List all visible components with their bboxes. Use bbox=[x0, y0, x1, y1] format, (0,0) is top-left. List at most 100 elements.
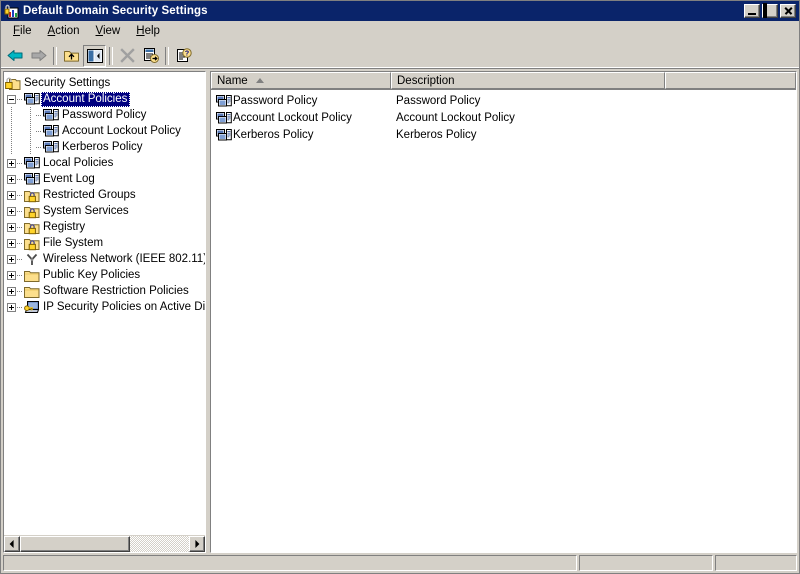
tree-node-label: Account Lockout Policy bbox=[62, 124, 181, 137]
window-title: Default Domain Security Settings bbox=[23, 5, 208, 17]
status-pane-message bbox=[3, 555, 577, 571]
tree-node[interactable]: Security Settings bbox=[4, 75, 205, 91]
tree-indent bbox=[4, 235, 23, 251]
scroll-right-button[interactable] bbox=[189, 536, 205, 552]
show-hide-tree-button[interactable] bbox=[83, 44, 106, 67]
scroll-thumb[interactable] bbox=[20, 536, 130, 552]
tree-indent bbox=[4, 139, 23, 155]
expand-plus-icon[interactable] bbox=[7, 223, 16, 232]
tree-line bbox=[11, 139, 12, 155]
tree-node-label: Account Policies bbox=[41, 91, 131, 107]
list-item-description: Kerberos Policy bbox=[396, 128, 477, 141]
menu-help[interactable]: Help bbox=[128, 23, 168, 40]
tree-node[interactable]: Event Log bbox=[4, 171, 205, 187]
tree-node-label: Registry bbox=[43, 220, 86, 233]
list-item[interactable]: Account Lockout Policy Account Lockout Po… bbox=[211, 109, 796, 126]
tree-node[interactable]: Account Lockout Policy bbox=[4, 123, 205, 139]
ip-security-computer-icon bbox=[24, 300, 40, 314]
expand-plus-icon[interactable] bbox=[7, 191, 16, 200]
tree-node[interactable]: Kerberos Policy bbox=[4, 139, 205, 155]
toolbar-separator bbox=[53, 46, 57, 65]
tree-node-label: IP Security Policies on Active Direc bbox=[43, 300, 205, 313]
list-view[interactable]: Password Policy Password Policy Account Lo… bbox=[211, 90, 796, 552]
expand-plus-icon[interactable] bbox=[7, 175, 16, 184]
tree-node[interactable]: Public Key Policies bbox=[4, 267, 205, 283]
close-button[interactable] bbox=[780, 4, 796, 18]
menu-action[interactable]: Action bbox=[40, 23, 88, 40]
list-item[interactable]: Password Policy Password Policy bbox=[211, 92, 796, 109]
policy-icon bbox=[216, 128, 232, 142]
tree-node[interactable]: Account Policies bbox=[4, 91, 205, 107]
policy-icon bbox=[43, 108, 59, 122]
security-settings-folder-icon bbox=[5, 76, 21, 90]
back-button[interactable] bbox=[4, 45, 27, 67]
column-header-description[interactable]: Description bbox=[391, 72, 665, 89]
policy-icon bbox=[24, 156, 40, 170]
expand-plus-icon[interactable] bbox=[7, 271, 16, 280]
policy-icon bbox=[216, 111, 232, 125]
tree-node-icon bbox=[23, 203, 41, 219]
tree-horizontal-scrollbar[interactable] bbox=[4, 535, 205, 552]
title-bar-buttons bbox=[744, 3, 796, 18]
tree-node-icon bbox=[4, 75, 22, 91]
tree-node-icon bbox=[23, 91, 41, 107]
mmc-console-icon bbox=[4, 3, 20, 19]
tree-node-label: Password Policy bbox=[62, 108, 147, 121]
tree-node[interactable]: Software Restriction Policies bbox=[4, 283, 205, 299]
tree-node-icon bbox=[23, 283, 41, 299]
expand-plus-icon[interactable] bbox=[7, 207, 16, 216]
restore-button[interactable] bbox=[762, 3, 778, 18]
console-tree-pane: Security Settings Account Policies Passwor… bbox=[3, 71, 206, 553]
tree-indent bbox=[4, 299, 23, 315]
tree-node[interactable]: Local Policies bbox=[4, 155, 205, 171]
tree-node-icon bbox=[23, 171, 41, 187]
menu-file[interactable]: File bbox=[5, 23, 40, 40]
column-header-name[interactable]: Name bbox=[211, 72, 391, 89]
properties-button[interactable] bbox=[139, 45, 162, 67]
up-one-level-button[interactable] bbox=[60, 45, 83, 67]
menu-view[interactable]: View bbox=[88, 23, 129, 40]
tree-indent bbox=[4, 251, 23, 267]
expand-plus-icon[interactable] bbox=[7, 255, 16, 264]
scroll-track[interactable] bbox=[20, 536, 189, 552]
list-item-name: Kerberos Policy bbox=[233, 128, 314, 141]
expand-plus-icon[interactable] bbox=[7, 287, 16, 296]
tree-node-icon bbox=[23, 155, 41, 171]
delete-x-icon bbox=[120, 48, 135, 63]
tree-indent bbox=[4, 187, 23, 203]
tree-node[interactable]: Password Policy bbox=[4, 107, 205, 123]
tree-node[interactable]: Restricted Groups bbox=[4, 187, 205, 203]
expand-plus-icon[interactable] bbox=[7, 239, 16, 248]
tree-node-icon bbox=[23, 219, 41, 235]
menu-bar: File Action View Help bbox=[1, 21, 799, 43]
locked-folder-icon bbox=[24, 188, 40, 203]
tree-node[interactable]: File System bbox=[4, 235, 205, 251]
tree-node[interactable]: IP Security Policies on Active Direc bbox=[4, 299, 205, 315]
title-bar[interactable]: Default Domain Security Settings bbox=[1, 1, 799, 21]
tree-node[interactable]: System Services bbox=[4, 203, 205, 219]
tree-line bbox=[11, 107, 12, 123]
tree-node-icon bbox=[23, 235, 41, 251]
collapse-minus-icon[interactable] bbox=[7, 95, 16, 104]
help-button[interactable]: ? bbox=[172, 45, 195, 67]
expand-plus-icon[interactable] bbox=[7, 303, 16, 312]
tree-indent bbox=[4, 283, 23, 299]
list-item[interactable]: Kerberos Policy Kerberos Policy bbox=[211, 126, 796, 143]
folder-icon bbox=[24, 284, 40, 298]
tree-node[interactable]: Wireless Network (IEEE 802.11) P bbox=[4, 251, 205, 267]
scroll-left-button[interactable] bbox=[4, 536, 20, 552]
console-tree[interactable]: Security Settings Account Policies Passwor… bbox=[4, 72, 205, 535]
tree-node[interactable]: Registry bbox=[4, 219, 205, 235]
minimize-button[interactable] bbox=[744, 4, 760, 18]
tree-line bbox=[30, 107, 31, 123]
list-item-name-cell: Kerberos Policy bbox=[211, 127, 391, 142]
column-header-blank[interactable] bbox=[665, 72, 796, 89]
toolbar-separator bbox=[165, 46, 169, 65]
list-item-name-cell: Password Policy bbox=[211, 93, 391, 108]
tree-node-label: File System bbox=[43, 236, 104, 249]
policy-icon bbox=[43, 124, 59, 138]
properties-icon bbox=[143, 48, 159, 63]
expand-plus-icon[interactable] bbox=[7, 159, 16, 168]
tree-node-label: Wireless Network (IEEE 802.11) P bbox=[43, 252, 205, 265]
policy-icon bbox=[216, 94, 232, 108]
